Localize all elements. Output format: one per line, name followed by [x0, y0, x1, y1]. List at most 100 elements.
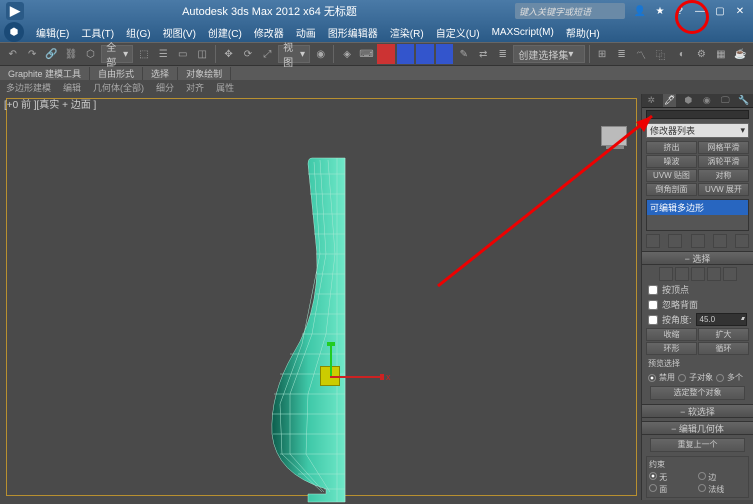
edit-named-sel-icon[interactable]: ✎ — [455, 44, 472, 64]
cb-by-vertex[interactable] — [648, 285, 658, 295]
close-icon[interactable]: ✕ — [733, 4, 747, 18]
mod-btn-uvwunwrap[interactable]: UVW 展开 — [698, 183, 749, 196]
mod-btn-extrude[interactable]: 挤出 — [646, 141, 697, 154]
panel-tab-motion-icon[interactable]: ◉ — [700, 94, 713, 107]
align-icon[interactable]: ≣ — [494, 44, 511, 64]
ribbon-sub-polymodel[interactable]: 多边形建模 — [0, 81, 57, 94]
object-name-input[interactable] — [646, 110, 749, 119]
mod-btn-meshsmooth[interactable]: 网格平滑 — [698, 141, 749, 154]
menu-create[interactable]: 创建(C) — [202, 25, 248, 40]
menu-grapheditors[interactable]: 图形编辑器 — [322, 25, 384, 40]
viewport[interactable]: [+0 前 ][真实 + 边面 ] — [0, 94, 641, 500]
align-tool-icon[interactable]: ⊞ — [593, 44, 610, 64]
menu-animation[interactable]: 动画 — [290, 25, 322, 40]
subobj-vertex-icon[interactable] — [659, 267, 673, 281]
rendered-frame-icon[interactable]: ▦ — [712, 44, 729, 64]
app-menu-icon[interactable]: ⬢ — [4, 22, 24, 42]
select-icon[interactable]: ⬚ — [135, 44, 152, 64]
angle-snap-icon[interactable] — [397, 44, 414, 64]
minimize-icon[interactable]: — — [693, 4, 707, 18]
subobj-edge-icon[interactable] — [675, 267, 689, 281]
viewcube-icon[interactable] — [601, 126, 627, 146]
panel-tab-utilities-icon[interactable]: 🔧 — [737, 94, 750, 107]
app-logo[interactable]: ▶ — [6, 2, 24, 20]
modifier-list-dropdown[interactable]: 修改器列表 — [646, 123, 749, 138]
panel-tab-display-icon[interactable]: 🖵 — [719, 94, 732, 107]
subobj-element-icon[interactable] — [723, 267, 737, 281]
stack-pin-icon[interactable] — [646, 234, 660, 248]
menu-maxscript[interactable]: MAXScript(M) — [486, 27, 560, 38]
btn-ring[interactable]: 环形 — [646, 342, 697, 355]
ribbon-sub-align[interactable]: 对齐 — [180, 81, 210, 94]
radio-preview-subobj[interactable] — [678, 374, 686, 382]
signin-icon[interactable]: 👤 — [633, 4, 647, 18]
menu-rendering[interactable]: 渲染(R) — [384, 25, 430, 40]
unlink-icon[interactable]: ⛓ — [62, 44, 79, 64]
vase-mesh[interactable] — [268, 154, 346, 504]
snap-toggle-icon[interactable] — [377, 44, 394, 64]
radio-preview-multi[interactable] — [716, 374, 724, 382]
keyboard-shortcut-icon[interactable]: ⌨ — [358, 44, 375, 64]
favorite-icon[interactable]: ★ — [653, 4, 667, 18]
subobj-border-icon[interactable] — [691, 267, 705, 281]
panel-tab-modify-icon[interactable]: 🖊 — [663, 94, 676, 107]
btn-shrink[interactable]: 收缩 — [646, 328, 697, 341]
rollout-selection[interactable]: 选择 — [642, 251, 753, 265]
material-editor-icon[interactable]: ◐ — [673, 44, 690, 64]
schematic-icon[interactable]: ⿻ — [652, 44, 669, 64]
panel-tab-create-icon[interactable]: ✲ — [645, 94, 658, 107]
btn-grow[interactable]: 扩大 — [698, 328, 749, 341]
ribbon-sub-edit[interactable]: 编辑 — [57, 81, 87, 94]
menu-customize[interactable]: 自定义(U) — [430, 25, 486, 40]
menu-group[interactable]: 组(G) — [120, 25, 156, 40]
rollout-editgeom[interactable]: 编辑几何体 — [642, 421, 753, 435]
viewport-label[interactable]: [+0 前 ][真实 + 边面 ] — [4, 96, 96, 111]
ribbon-tab-freeform[interactable]: 自由形式 — [90, 67, 143, 80]
spin-angle[interactable]: 45.0 — [696, 313, 747, 326]
mod-btn-noise[interactable]: 噪波 — [646, 155, 697, 168]
radio-constrain-none[interactable] — [649, 472, 657, 480]
cb-ignore-backface[interactable] — [648, 300, 658, 310]
radio-constrain-edge[interactable] — [698, 472, 706, 480]
radio-constrain-normal[interactable] — [698, 484, 706, 492]
selection-filter-dropdown[interactable]: 全部 ▾ — [101, 45, 133, 63]
stack-show-icon[interactable] — [668, 234, 682, 248]
render-icon[interactable]: ☕ — [732, 44, 749, 64]
mirror-icon[interactable]: ⇄ — [475, 44, 492, 64]
percent-snap-icon[interactable] — [416, 44, 433, 64]
undo-icon[interactable]: ↶ — [4, 44, 21, 64]
menu-help[interactable]: 帮助(H) — [560, 25, 606, 40]
btn-loop[interactable]: 循环 — [698, 342, 749, 355]
stack-unique-icon[interactable] — [691, 234, 705, 248]
select-rect-icon[interactable]: ▭ — [174, 44, 191, 64]
menu-views[interactable]: 视图(V) — [157, 25, 202, 40]
ribbon-sub-subdiv[interactable]: 细分 — [150, 81, 180, 94]
btn-repeat-last[interactable]: 重复上一个 — [650, 438, 745, 452]
stack-config-icon[interactable] — [735, 234, 749, 248]
mod-btn-uvwmap[interactable]: UVW 贴图 — [646, 169, 697, 182]
window-crossing-icon[interactable]: ◫ — [193, 44, 210, 64]
mod-btn-bevelprofile[interactable]: 倒角剖面 — [646, 183, 697, 196]
mod-btn-turbosmooth[interactable]: 涡轮平滑 — [698, 155, 749, 168]
redo-icon[interactable]: ↷ — [23, 44, 40, 64]
radio-constrain-face[interactable] — [649, 484, 657, 492]
ribbon-tab-objectpaint[interactable]: 对象绘制 — [178, 67, 231, 80]
scale-icon[interactable]: ⤢ — [259, 44, 276, 64]
help-icon[interactable]: ? — [673, 4, 687, 18]
btn-select-whole-obj[interactable]: 选定整个对象 — [650, 386, 745, 400]
menu-tools[interactable]: 工具(T) — [75, 25, 120, 40]
cb-by-angle[interactable] — [648, 315, 658, 325]
select-name-icon[interactable]: ☰ — [155, 44, 172, 64]
ribbon-sub-geometry[interactable]: 几何体(全部) — [87, 81, 150, 94]
menu-edit[interactable]: 编辑(E) — [30, 25, 75, 40]
maximize-icon[interactable]: ▢ — [713, 4, 727, 18]
rotate-icon[interactable]: ⟳ — [239, 44, 256, 64]
panel-tab-hierarchy-icon[interactable]: ⬢ — [682, 94, 695, 107]
modifier-stack[interactable]: 可编辑多边形 — [646, 199, 749, 231]
subobj-polygon-icon[interactable] — [707, 267, 721, 281]
render-setup-icon[interactable]: ⚙ — [693, 44, 710, 64]
ref-coord-dropdown[interactable]: 视图 ▾ — [278, 45, 310, 63]
bind-icon[interactable]: ⬡ — [82, 44, 99, 64]
select-manip-icon[interactable]: ◈ — [338, 44, 355, 64]
mod-btn-symmetry[interactable]: 对称 — [698, 169, 749, 182]
